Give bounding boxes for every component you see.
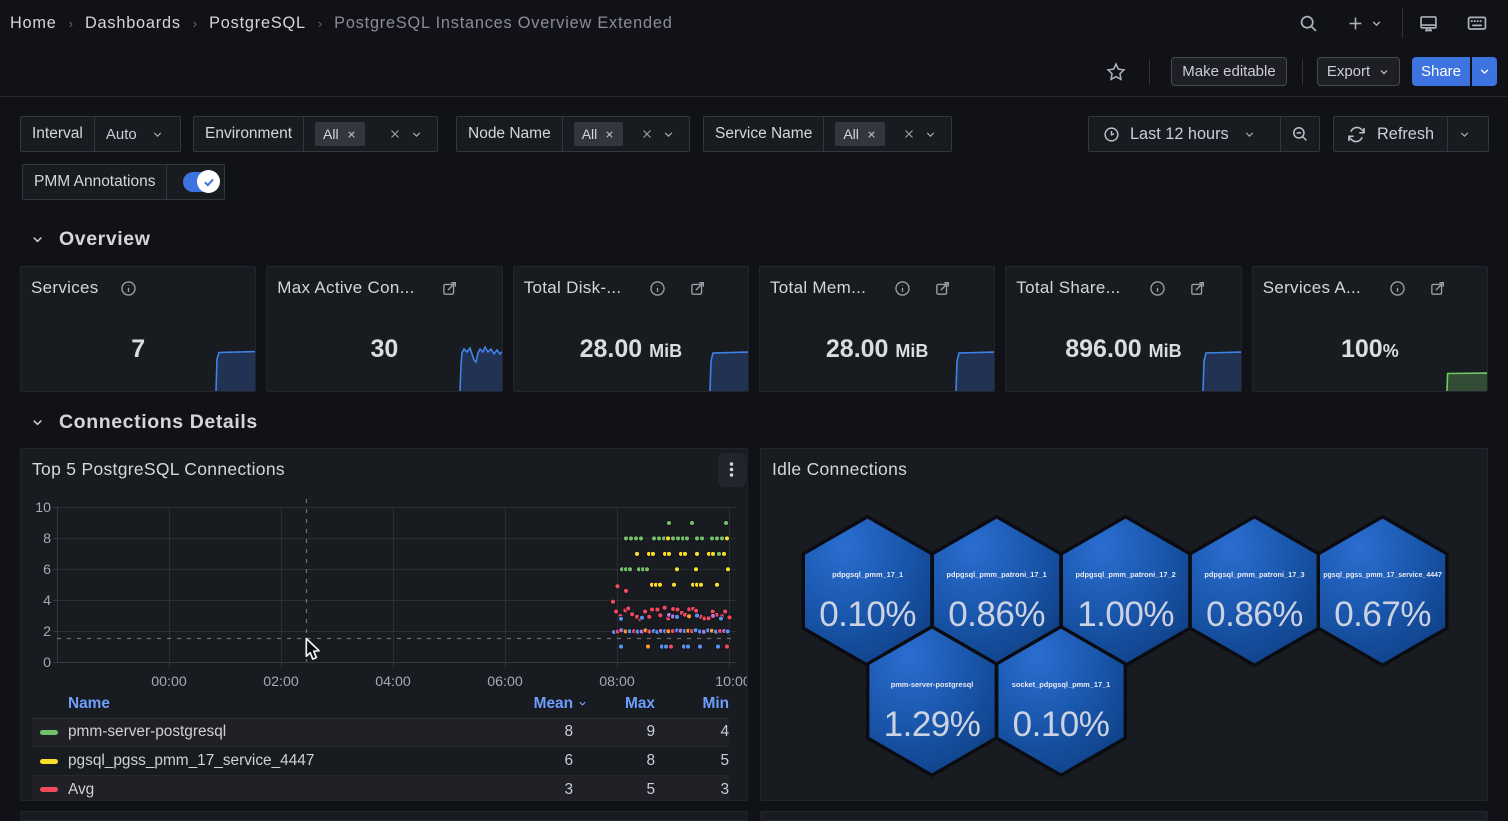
svg-text:1.29%: 1.29% xyxy=(884,705,981,744)
svg-text:1.00%: 1.00% xyxy=(1077,595,1174,634)
svg-text:0.10%: 0.10% xyxy=(819,595,916,634)
svg-text:04:00: 04:00 xyxy=(375,674,411,690)
svg-text:socket_pdpgsql_pmm_17_1: socket_pdpgsql_pmm_17_1 xyxy=(1012,680,1111,689)
svg-text:pdpgsql_pmm_patroni_17_3: pdpgsql_pmm_patroni_17_3 xyxy=(1204,570,1304,579)
svg-text:10: 10 xyxy=(35,500,51,516)
svg-text:0: 0 xyxy=(43,655,51,671)
svg-text:0.67%: 0.67% xyxy=(1334,595,1431,634)
svg-text:2: 2 xyxy=(43,624,51,640)
svg-text:10:00: 10:00 xyxy=(715,674,748,690)
svg-text:8: 8 xyxy=(43,531,51,547)
svg-text:02:00: 02:00 xyxy=(263,674,299,690)
svg-text:08:00: 08:00 xyxy=(599,674,635,690)
svg-text:4: 4 xyxy=(43,593,51,609)
svg-text:06:00: 06:00 xyxy=(487,674,523,690)
svg-text:00:00: 00:00 xyxy=(151,674,187,690)
svg-text:0.10%: 0.10% xyxy=(1013,705,1110,744)
svg-text:0.86%: 0.86% xyxy=(1206,595,1303,634)
svg-text:6: 6 xyxy=(43,562,51,578)
svg-text:pdpgsql_pmm_patroni_17_1: pdpgsql_pmm_patroni_17_1 xyxy=(946,570,1046,579)
svg-text:pdpgsql_pmm_patroni_17_2: pdpgsql_pmm_patroni_17_2 xyxy=(1075,570,1175,579)
svg-text:pgsql_pgss_pmm_17_service_4447: pgsql_pgss_pmm_17_service_4447 xyxy=(1323,572,1442,579)
svg-text:pmm-server-postgresql: pmm-server-postgresql xyxy=(891,680,974,689)
svg-text:0.86%: 0.86% xyxy=(948,595,1045,634)
svg-text:pdpgsql_pmm_17_1: pdpgsql_pmm_17_1 xyxy=(832,570,903,579)
